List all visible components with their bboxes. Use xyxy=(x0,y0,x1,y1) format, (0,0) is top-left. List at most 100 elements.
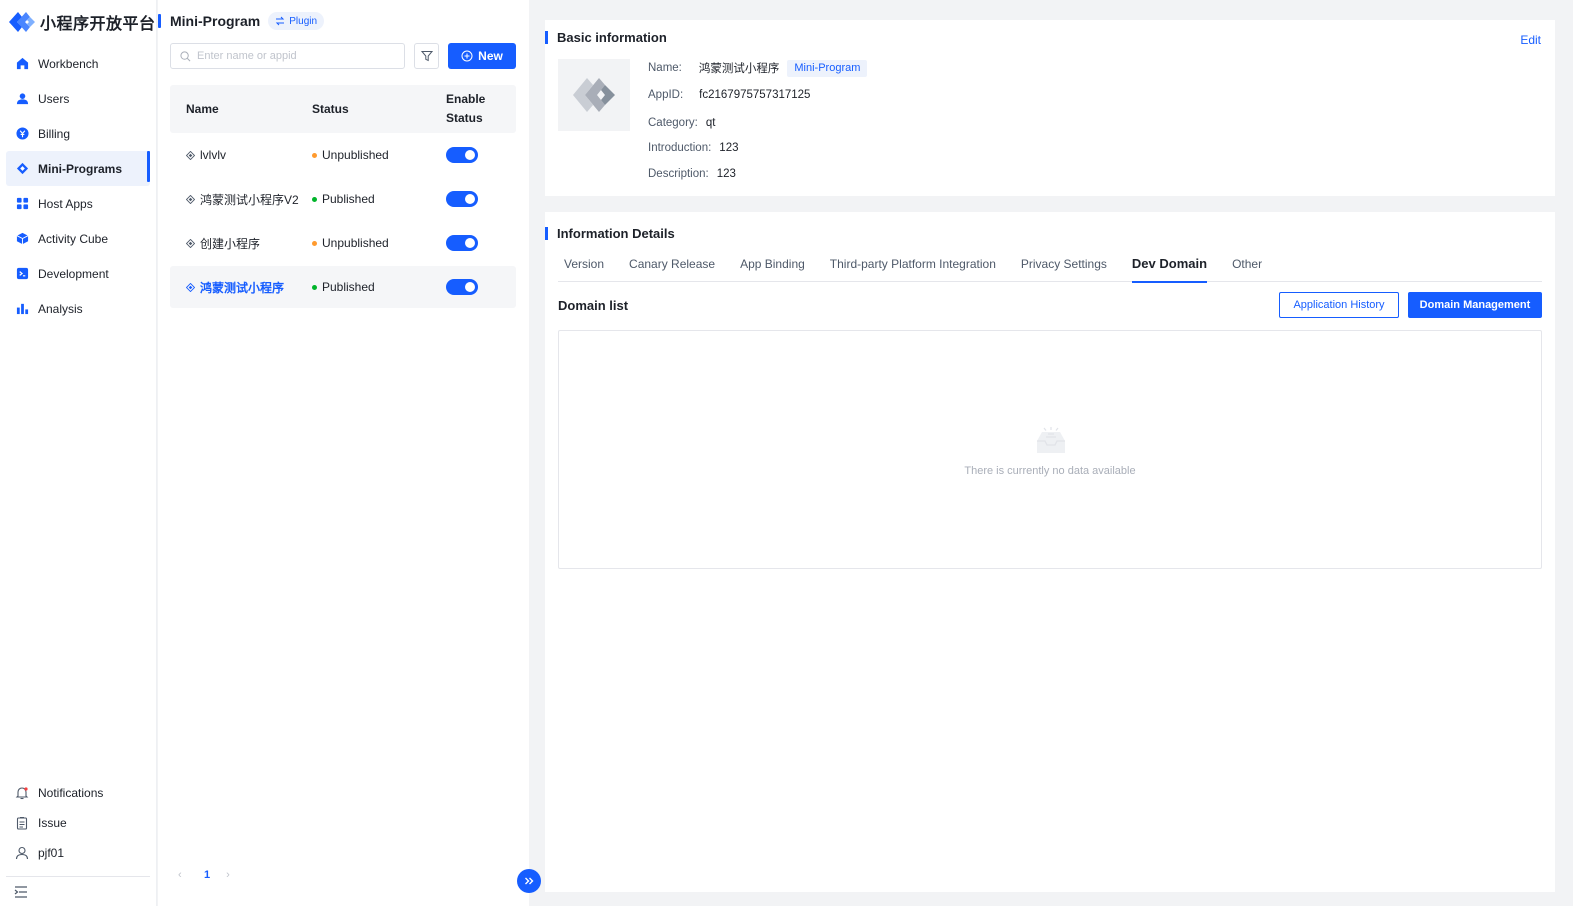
row-name-cell: lvlvlv xyxy=(170,148,297,162)
pagination: ‹ 1 › xyxy=(178,869,236,881)
tab-other[interactable]: Other xyxy=(1232,253,1262,282)
sidebar-item-workbench[interactable]: Workbench xyxy=(6,46,150,81)
row-status: Published xyxy=(322,192,375,206)
tab-dev-domain[interactable]: Dev Domain xyxy=(1131,253,1208,283)
sidebar-item-users[interactable]: Users xyxy=(6,81,150,116)
title-accent-bar xyxy=(545,31,548,44)
sidebar-item-label: Issue xyxy=(38,816,67,830)
details-title: Information Details xyxy=(557,226,675,241)
page-number[interactable]: 1 xyxy=(204,869,210,881)
table-row[interactable]: 创建小程序 Unpublished xyxy=(170,221,516,265)
row-status: Unpublished xyxy=(322,148,389,162)
plugin-switch-tag[interactable]: Plugin xyxy=(268,12,325,30)
enable-toggle[interactable] xyxy=(446,279,478,295)
sidebar-item-label: Workbench xyxy=(38,56,99,71)
grid-icon xyxy=(15,197,29,211)
sidebar-item-development[interactable]: Development xyxy=(6,256,150,291)
bar-chart-icon xyxy=(15,302,29,316)
domain-list-empty: There is currently no data available xyxy=(558,330,1542,569)
row-name: lvlvlv xyxy=(200,148,226,162)
sidebar-item-billing[interactable]: Billing xyxy=(6,116,150,151)
diamond-outline-icon xyxy=(186,194,195,204)
mini-program-table: Name Status Enable Status lvlvlv Unpubli… xyxy=(170,85,516,308)
sidebar-item-mini-programs[interactable]: Mini-Programs xyxy=(6,151,150,186)
tab-privacy-settings[interactable]: Privacy Settings xyxy=(1021,253,1107,282)
name-label: Name: xyxy=(648,62,682,74)
sidebar-divider xyxy=(6,876,150,877)
sidebar-item-analysis[interactable]: Analysis xyxy=(6,291,150,326)
table-header: Name Status Enable Status xyxy=(170,85,516,133)
type-tag: Mini-Program xyxy=(787,59,868,77)
brand[interactable]: 小程序开放平台 xyxy=(8,10,156,34)
new-button[interactable]: New xyxy=(448,43,516,69)
enable-toggle[interactable] xyxy=(446,191,478,207)
basic-info-title: Basic information xyxy=(557,30,667,45)
edit-link[interactable]: Edit xyxy=(1520,33,1541,47)
search-icon xyxy=(180,50,191,61)
sidebar-item-label: Analysis xyxy=(38,301,83,316)
brand-logo-icon xyxy=(9,12,35,32)
info-row-introduction: Introduction: 123 xyxy=(648,136,867,162)
search-input[interactable] xyxy=(197,50,397,62)
application-history-button[interactable]: Application History xyxy=(1279,292,1399,318)
tab-canary-release[interactable]: Canary Release xyxy=(629,253,715,282)
category-label: Category: xyxy=(648,116,698,129)
mini-program-list-panel: Mini-Program Plugin New Name Status Enab… xyxy=(158,0,529,906)
sidebar-bottom: Notifications Issue pjf01 xyxy=(6,778,150,868)
app-logo xyxy=(558,59,630,131)
sidebar-item-label: pjf01 xyxy=(38,846,65,860)
home-icon xyxy=(15,57,29,71)
search-box xyxy=(170,43,405,69)
info-row-appid: AppID: fc2167975757317125 xyxy=(648,79,867,110)
title-accent-bar xyxy=(545,227,548,240)
info-row-name: Name: 鸿蒙测试小程序 Mini-Program xyxy=(648,57,868,79)
sidebar-item-label: Host Apps xyxy=(38,196,93,211)
tab-app-binding[interactable]: App Binding xyxy=(740,253,805,282)
prev-page-button[interactable]: ‹ xyxy=(178,869,188,881)
enable-toggle[interactable] xyxy=(446,235,478,251)
sidebar-item-account[interactable]: pjf01 xyxy=(6,838,150,868)
info-row-category: Category: qt xyxy=(648,110,867,136)
sidebar-item-activity-cube[interactable]: Activity Cube xyxy=(6,221,150,256)
tab-third-party-integration[interactable]: Third-party Platform Integration xyxy=(830,253,996,282)
sidebar-item-issue[interactable]: Issue xyxy=(6,808,150,838)
sidebar-item-label: Users xyxy=(38,91,70,106)
information-details-card: Information Details Version Canary Relea… xyxy=(545,212,1555,892)
bell-icon xyxy=(15,786,29,800)
list-header: Mini-Program Plugin xyxy=(158,10,325,32)
row-status-cell: Unpublished xyxy=(297,236,430,250)
column-header-status[interactable]: Status xyxy=(297,102,430,116)
list-title: Mini-Program xyxy=(170,13,261,29)
table-row[interactable]: lvlvlv Unpublished xyxy=(170,133,516,177)
user-icon xyxy=(15,92,29,106)
column-header-enable-status[interactable]: Enable Status xyxy=(430,90,490,128)
collapse-menu-icon[interactable] xyxy=(13,884,29,900)
next-page-button[interactable]: › xyxy=(226,869,236,881)
sidebar-item-notifications[interactable]: Notifications xyxy=(6,778,150,808)
diamond-outline-icon xyxy=(186,282,195,292)
row-status: Unpublished xyxy=(322,236,389,250)
domain-management-button[interactable]: Domain Management xyxy=(1408,292,1542,318)
column-header-enable-line1: Enable xyxy=(446,92,486,106)
sidebar-item-label: Notifications xyxy=(38,786,104,800)
column-header-name[interactable]: Name xyxy=(170,102,297,116)
brand-name: 小程序开放平台 xyxy=(40,16,156,33)
tab-version[interactable]: Version xyxy=(564,253,604,282)
table-row[interactable]: 鸿蒙测试小程序V2 Published xyxy=(170,177,516,221)
column-header-enable-line2: Status xyxy=(446,111,483,125)
sidebar-item-host-apps[interactable]: Host Apps xyxy=(6,186,150,221)
plus-circle-icon xyxy=(461,50,473,62)
enable-toggle[interactable] xyxy=(446,147,478,163)
table-row-selected[interactable]: 鸿蒙测试小程序 Published xyxy=(170,266,516,308)
info-row-description: Description: 123 xyxy=(648,161,867,187)
empty-inbox-icon xyxy=(1034,427,1068,455)
clipboard-icon xyxy=(15,816,29,830)
title-accent-bar xyxy=(158,14,161,28)
description-label: Description: xyxy=(648,167,709,180)
filter-button[interactable] xyxy=(414,43,439,69)
diamond-icon xyxy=(15,162,29,176)
row-status-cell: Published xyxy=(297,192,430,206)
expand-panel-button[interactable] xyxy=(517,869,541,893)
main-nav: Workbench Users Billing Mini-Programs Ho… xyxy=(6,46,150,326)
swap-icon xyxy=(276,16,285,26)
